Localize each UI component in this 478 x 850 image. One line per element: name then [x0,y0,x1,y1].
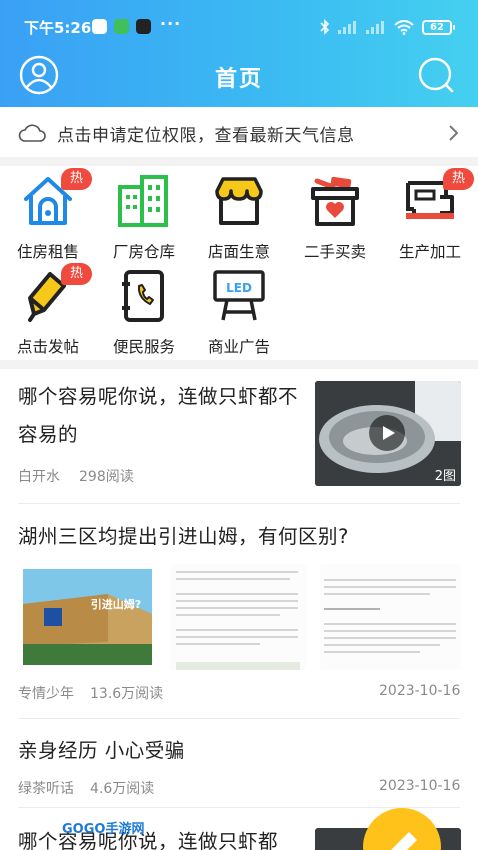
nav-bar: 首页 [0,50,478,100]
compose-fab-button[interactable] [363,808,441,850]
hot-badge: 热 [443,168,474,190]
status-bar: 下午5:26 ··· 62 [0,0,478,44]
page-title: 首页 [214,67,263,92]
image-count: 2图 [434,469,456,484]
phone-book-icon [122,270,164,322]
article-thumbnail: 2图 [315,381,461,486]
bluetooth-icon [320,19,330,35]
category-label: 点击发帖 [16,338,79,356]
category-label: 店面生意 [207,243,270,261]
category-label: 厂房仓库 [112,243,175,261]
category-advertising[interactable]: LED 商业广告 [191,268,287,364]
led-sign-icon: LED [213,270,265,321]
article-reads: 298阅读 [79,469,134,485]
text-excerpt-image-2 [320,564,461,670]
article-reads: 4.6万阅读 [90,781,155,797]
weather-bar[interactable]: 点击申请定位权限，查看最新天气信息 [0,107,478,157]
category-second-hand[interactable]: 二手买卖 [287,173,383,269]
article-image-2 [170,564,306,670]
weather-prompt-text: 点击申请定位权限，查看最新天气信息 [57,126,355,146]
play-button[interactable] [369,415,405,451]
section-gap [0,157,478,166]
text-excerpt-image [170,564,306,670]
watermark-logo: GOGO手游网 [62,822,145,837]
signal-icon [338,21,356,34]
building-photo: 引进山姆? [18,564,157,670]
article-date: 2023-10-16 [379,778,461,794]
article-item[interactable]: 湖州三区均提出引进山姆，有何区别? 引进山姆? 专情少年 13.6万阅读 202… [0,504,478,718]
category-post[interactable]: 热 点击发帖 [0,263,96,364]
article-title: 亲身经历 小心受骗 [18,739,185,762]
cloud-icon [18,124,46,142]
article-author: 白开水 [18,469,60,485]
article-date: 2023-10-16 [379,683,461,699]
chevron-right-icon [449,125,459,141]
category-label: 住房租售 [16,243,79,261]
battery-indicator: 62 [422,19,455,35]
category-label: 生产加工 [398,243,461,261]
status-right-icons: 62 [320,18,455,36]
play-icon [383,426,395,440]
category-label: 二手买卖 [303,243,366,261]
article-image-1: 引进山姆? [18,564,157,670]
article-image-3 [320,564,461,670]
article-title: 湖州三区均提出引进山姆，有何区别? [18,525,349,548]
category-services[interactable]: 便民服务 [96,268,192,364]
category-label: 便民服务 [112,338,175,356]
article-author: 专情少年 [18,686,74,702]
category-store[interactable]: 店面生意 [191,173,287,269]
led-sign-text: LED [226,281,252,295]
signal-icon-2 [366,21,384,34]
status-time: 下午5:26 [24,19,92,37]
article-item[interactable]: 亲身经历 小心受骗 绿茶听话 4.6万阅读 2023-10-16 [0,719,478,807]
category-label: 商业广告 [207,338,270,356]
article-item[interactable]: 哪个容易呢你说，连做只虾都不 容易的 白开水 298阅读 2图 [0,369,478,503]
status-more-dots: ··· [160,14,182,33]
image-caption: 引进山姆? [91,597,141,611]
hot-badge: 热 [61,263,92,285]
section-gap [0,360,478,369]
article-reads: 13.6万阅读 [90,686,164,702]
search-icon[interactable] [416,55,456,95]
notification-capcut-icon [136,19,151,34]
hot-badge: 热 [61,168,92,190]
category-processing[interactable]: 热 生产加工 [382,168,478,269]
notification-download-icon [114,19,129,34]
edit-icon [391,832,417,850]
notification-play-icon [92,19,107,34]
article-title: 哪个容易呢你说，连做只虾都 [18,830,279,850]
building-icon [118,175,168,227]
article-author: 绿茶听话 [18,781,74,797]
gift-box-icon [311,176,359,226]
app-header: 下午5:26 ··· 62 首页 [0,0,478,107]
article-title: 哪个容易呢你说，连做只虾都不 容易的 [18,385,299,446]
category-factory[interactable]: 厂房仓库 [96,173,192,269]
category-housing[interactable]: 热 住房租售 [0,168,96,269]
store-icon [215,177,263,225]
wifi-icon [394,19,414,35]
